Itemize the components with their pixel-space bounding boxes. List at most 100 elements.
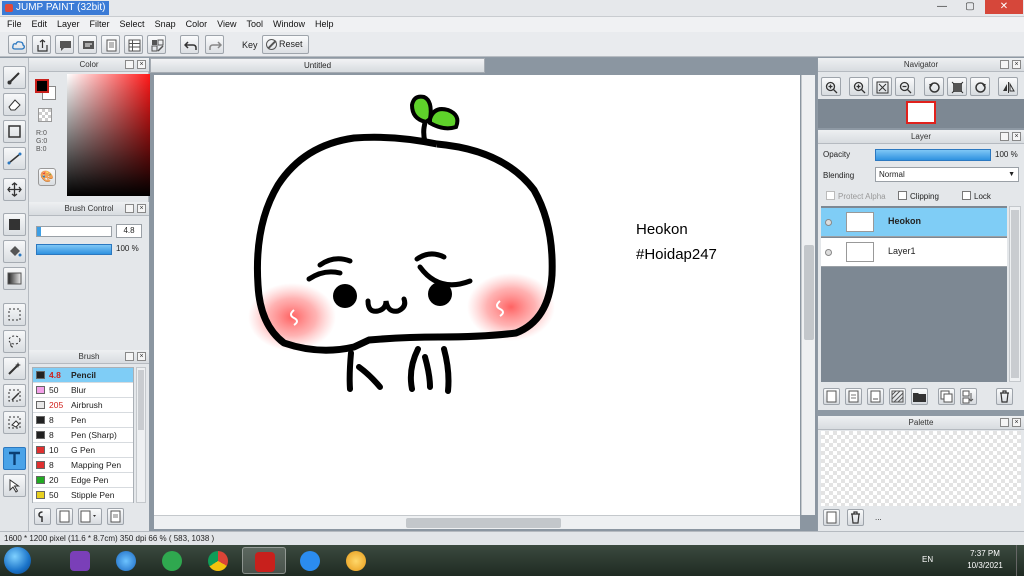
brush-size-value[interactable]: 4.8: [116, 224, 142, 238]
list-view-button[interactable]: [124, 35, 143, 54]
undo-button[interactable]: [180, 35, 199, 54]
brush-size-slider[interactable]: [36, 226, 112, 237]
panel-close-icon[interactable]: ×: [137, 352, 146, 361]
tool-select-eraser[interactable]: [3, 411, 26, 434]
panel-close-icon[interactable]: ×: [1012, 418, 1021, 427]
tool-line[interactable]: [3, 147, 26, 170]
navigator-preview[interactable]: [818, 99, 1024, 128]
redo-button[interactable]: [205, 35, 224, 54]
scrollbar-thumb[interactable]: [406, 518, 561, 528]
layer-opacity-slider[interactable]: [875, 149, 991, 161]
panel-close-icon[interactable]: ×: [137, 60, 146, 69]
brush-copy-button[interactable]: [107, 508, 124, 525]
taskbar-zalo[interactable]: [288, 547, 332, 574]
panel-float-icon[interactable]: [1000, 132, 1009, 141]
layer-row[interactable]: Heokon: [821, 208, 1007, 237]
page-button[interactable]: [101, 35, 120, 54]
minimize-button[interactable]: —: [930, 0, 954, 14]
zoom-in-alt-button[interactable]: [849, 77, 869, 96]
taskbar-internet-explorer[interactable]: [104, 547, 148, 574]
tool-marquee[interactable]: [3, 303, 26, 326]
lock-checkbox[interactable]: Lock: [962, 191, 991, 201]
protect-alpha-checkbox[interactable]: Protect Alpha: [826, 191, 886, 201]
menu-layer[interactable]: Layer: [52, 17, 85, 32]
panel-float-icon[interactable]: [125, 60, 134, 69]
color-palette-button[interactable]: 🎨: [38, 168, 56, 186]
transparent-color-swatch[interactable]: [38, 108, 52, 122]
merge-layer-button[interactable]: [960, 388, 977, 405]
navigator-view-frame[interactable]: [906, 101, 936, 124]
tool-bucket[interactable]: [3, 240, 26, 263]
flip-horizontal-button[interactable]: [998, 77, 1018, 96]
scrollbar-thumb[interactable]: [138, 370, 144, 430]
brush-item[interactable]: 50 Blur: [33, 383, 133, 398]
canvas-vertical-scrollbar[interactable]: [801, 75, 815, 515]
brush-opacity-slider[interactable]: [36, 244, 112, 255]
taskbar-visual-studio[interactable]: [58, 547, 102, 574]
start-button[interactable]: [4, 547, 31, 574]
halftone-layer-button[interactable]: [889, 388, 906, 405]
tray-clock[interactable]: 7:37 PM 10/3/2021: [960, 548, 1010, 572]
scrollbar-thumb[interactable]: [804, 245, 814, 340]
tool-brush[interactable]: [3, 66, 26, 89]
delete-palette-button[interactable]: [847, 509, 864, 526]
brush-item[interactable]: 10 G Pen: [33, 443, 133, 458]
taskbar-coccoc[interactable]: [150, 547, 194, 574]
foreground-color-swatch[interactable]: [35, 79, 49, 93]
panel-float-icon[interactable]: [1000, 60, 1009, 69]
new-layer-button[interactable]: [823, 388, 840, 405]
close-button[interactable]: ✕: [985, 0, 1023, 14]
palette-more[interactable]: ...: [875, 513, 882, 522]
brush-item[interactable]: 4.8 Pencil: [33, 368, 133, 383]
menu-snap[interactable]: Snap: [150, 17, 181, 32]
fit-window-button[interactable]: [872, 77, 892, 96]
share-button[interactable]: [32, 35, 51, 54]
comment-button[interactable]: [55, 35, 74, 54]
layer-list-scrollbar[interactable]: [1009, 206, 1021, 382]
brush-settings-button[interactable]: [34, 508, 51, 525]
tool-eraser[interactable]: [3, 93, 26, 116]
message-button[interactable]: [78, 35, 97, 54]
menu-file[interactable]: File: [2, 17, 27, 32]
tool-select-pen[interactable]: [3, 384, 26, 407]
tool-lasso[interactable]: [3, 330, 26, 353]
document-tab[interactable]: Untitled: [150, 58, 485, 73]
duplicate-layer-button[interactable]: [938, 388, 955, 405]
tool-gradient[interactable]: [3, 267, 26, 290]
saturation-value-square[interactable]: [67, 74, 159, 196]
menu-select[interactable]: Select: [115, 17, 150, 32]
reset-view-button[interactable]: [947, 77, 967, 96]
brush-item[interactable]: 205 Airbrush: [33, 398, 133, 413]
layer-folder-button[interactable]: [911, 388, 928, 405]
brush-item[interactable]: 20 Edge Pen: [33, 473, 133, 488]
drawing-canvas[interactable]: Heokon #Hoidap247: [154, 75, 800, 515]
panel-close-icon[interactable]: ×: [1012, 132, 1021, 141]
show-desktop-button[interactable]: [1016, 545, 1024, 576]
tool-fill-rect[interactable]: [3, 213, 26, 236]
menu-view[interactable]: View: [212, 17, 241, 32]
brush-menu-button[interactable]: [78, 508, 102, 525]
zoom-out-button[interactable]: [895, 77, 915, 96]
maximize-button[interactable]: ▢: [958, 0, 982, 14]
new-brush-button[interactable]: [56, 508, 73, 525]
reset-button[interactable]: Reset: [262, 35, 309, 54]
tool-select-rect[interactable]: [3, 120, 26, 143]
taskbar-chrome[interactable]: [196, 547, 240, 574]
blending-select[interactable]: Normal ▼: [875, 167, 1019, 182]
panel-close-icon[interactable]: ×: [1012, 60, 1021, 69]
scrollbar-thumb[interactable]: [1011, 210, 1019, 378]
rotate-left-button[interactable]: [924, 77, 944, 96]
visibility-icon[interactable]: [825, 249, 832, 256]
menu-tool[interactable]: Tool: [241, 17, 268, 32]
canvas-horizontal-scrollbar[interactable]: [154, 515, 800, 529]
menu-filter[interactable]: Filter: [85, 17, 115, 32]
tray-language[interactable]: EN: [922, 555, 933, 564]
cloud-button[interactable]: [8, 35, 27, 54]
brush-list-scrollbar[interactable]: [136, 367, 146, 503]
rotate-right-button[interactable]: [970, 77, 990, 96]
menu-window[interactable]: Window: [268, 17, 310, 32]
menu-color[interactable]: Color: [181, 17, 213, 32]
tool-magic-wand[interactable]: [3, 357, 26, 380]
panel-float-icon[interactable]: [125, 204, 134, 213]
grid-tools-button[interactable]: [147, 35, 166, 54]
